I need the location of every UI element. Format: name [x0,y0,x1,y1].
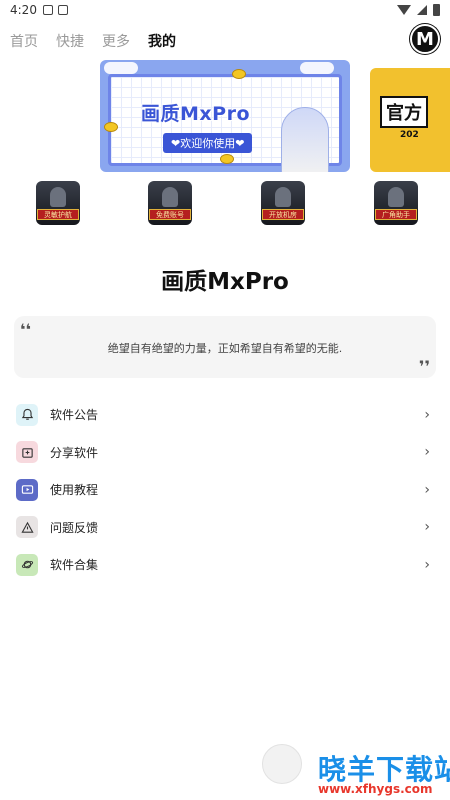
planet-icon [16,553,38,576]
wifi-icon [397,5,411,15]
menu-item-share[interactable]: 分享软件 › [0,434,450,472]
watermark-url: www.xfhygs.com [318,782,433,796]
battery-icon [433,4,440,16]
app-logo-button[interactable]: M [410,24,440,54]
tab-more[interactable]: 更多 [102,31,130,51]
quote-close-icon: ❜❜ [418,357,430,376]
download-icon [57,5,68,15]
quote-card: ❛❛ 绝望自有绝望的力量，正如希望自有希望的无能. ❜❜ [14,316,436,378]
shortcut-row: 灵敏护航 免费账号 开放机房 广角助手 [0,181,450,231]
coin-icon [232,69,246,79]
menu-item-announcement[interactable]: 软件公告 › [0,396,450,434]
banner-main[interactable]: 画质MxPro ❤欢迎你使用❤ [100,60,350,172]
share-icon [16,441,38,464]
banner-frame: 画质MxPro ❤欢迎你使用❤ [108,74,342,172]
coin-icon [220,154,234,164]
chevron-right-icon: › [424,556,430,573]
cloud-decoration [104,62,138,74]
banner-title: 画质MxPro [141,103,251,125]
sheep-logo-icon [262,744,302,784]
shortcut-tag: 开放机房 [262,209,304,220]
coin-icon [104,122,118,132]
chevron-right-icon: › [424,406,430,423]
quote-open-icon: ❛❛ [20,320,32,339]
cloud-decoration [300,62,334,74]
warning-icon [16,516,38,539]
signal-icon [417,5,427,15]
chevron-right-icon: › [424,444,430,461]
shortcut-item[interactable]: 灵敏护航 [36,181,80,225]
shortcut-tag: 灵敏护航 [37,209,79,220]
soldier-icon [388,187,404,207]
soldier-icon [50,187,66,207]
settings-menu: 软件公告 › 分享软件 › 使用教程 › 问题反馈 › 软件合集 › [0,396,450,584]
banner-side-year: 202 [400,130,419,140]
menu-label: 问题反馈 [50,520,99,535]
banner-carousel[interactable]: 画质MxPro ❤欢迎你使用❤ 官方 202 [0,60,450,175]
soldier-icon [275,187,291,207]
chevron-right-icon: › [424,519,430,536]
shortcut-tag: 广角助手 [375,209,417,220]
notification-icon [42,5,53,15]
menu-label: 使用教程 [50,483,99,498]
shortcut-item[interactable]: 广角助手 [374,181,418,225]
menu-item-tutorial[interactable]: 使用教程 › [0,471,450,509]
chevron-right-icon: › [424,481,430,498]
video-icon [16,478,38,501]
shortcut-tag: 免费账号 [149,209,191,220]
soldier-icon [162,187,178,207]
tab-home[interactable]: 首页 [10,31,38,51]
status-bar: 4:20 [0,0,450,20]
tab-mine[interactable]: 我的 [148,31,176,51]
character-illustration [281,107,329,172]
status-time: 4:20 [10,3,37,17]
app-title: 画质MxPro [161,269,289,295]
shortcut-item[interactable]: 免费账号 [148,181,192,225]
bell-icon [16,403,38,426]
banner-subtitle: ❤欢迎你使用❤ [163,133,253,153]
menu-label: 软件公告 [50,408,99,423]
quote-text: 绝望自有绝望的力量，正如希望自有希望的无能. [107,342,343,355]
menu-label: 分享软件 [50,445,99,460]
top-nav: 首页 快捷 更多 我的 [0,28,450,54]
menu-item-collection[interactable]: 软件合集 › [0,546,450,584]
menu-item-feedback[interactable]: 问题反馈 › [0,509,450,547]
tab-shortcuts[interactable]: 快捷 [56,31,84,51]
shortcut-item[interactable]: 开放机房 [261,181,305,225]
banner-side-title: 官方 [380,96,428,128]
menu-label: 软件合集 [50,558,99,573]
banner-next[interactable]: 官方 202 [370,68,450,172]
